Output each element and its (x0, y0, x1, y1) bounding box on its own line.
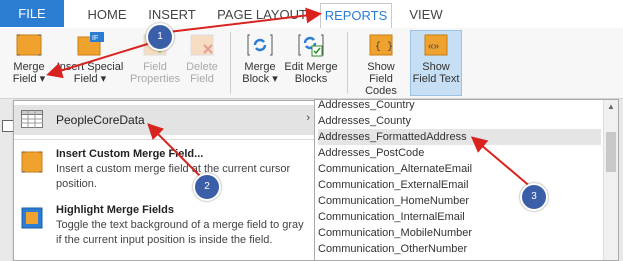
merge-field-icon (21, 151, 43, 173)
show-field-codes-label-2: Codes (365, 85, 397, 97)
show-field-text-label-1: Show (422, 61, 450, 73)
table-icon (21, 110, 43, 128)
edit-merge-blocks-label-1: Edit Merge (284, 61, 338, 73)
show-field-codes-button[interactable]: { } Show Field Codes (354, 32, 408, 97)
merge-block-icon (246, 32, 274, 58)
delete-field-button[interactable]: Delete Field (182, 32, 222, 85)
field-text-icon: «» (422, 32, 450, 58)
tab-insert[interactable]: INSERT (140, 3, 204, 27)
menu-item-label: PeopleCoreData (56, 113, 145, 127)
merge-field-icon (15, 32, 43, 58)
list-item[interactable]: Addresses_Country (318, 100, 601, 113)
ribbon-tab-bar: FILE HOME INSERT PAGE LAYOUT REPORTS VIE… (0, 0, 623, 30)
menu-item-title: Insert Custom Merge Field... (56, 148, 204, 160)
tab-reports[interactable]: REPORTS (320, 3, 392, 30)
list-item[interactable]: Communication_ExternalEmail (318, 177, 601, 193)
list-item-selected[interactable]: Addresses_FormattedAddress (318, 129, 601, 145)
list-item[interactable]: Communication_AlternateEmail (318, 161, 601, 177)
annotation-badge-2: 2 (193, 173, 221, 201)
field-codes-icon: { } (367, 32, 395, 58)
ribbon-separator (347, 32, 348, 94)
svg-text:IF: IF (92, 35, 98, 42)
menu-divider (14, 139, 316, 140)
list-item[interactable]: Communication_MobileNumber (318, 225, 601, 241)
svg-text:{ }: { } (375, 41, 393, 53)
edit-merge-blocks-button[interactable]: Edit Merge Blocks (282, 32, 340, 85)
insert-special-field-label-1: Insert Special (56, 61, 124, 73)
list-item[interactable]: Communication_OtherNumber (318, 241, 601, 257)
highlight-icon (21, 207, 43, 229)
tab-page-layout[interactable]: PAGE LAYOUT (212, 3, 312, 27)
menu-item-title: Highlight Merge Fields (56, 204, 174, 216)
field-properties-label-1: Field (143, 61, 167, 73)
scrollbar[interactable]: ▲ (603, 100, 618, 260)
menu-item-peoplecoredata[interactable]: PeopleCoreData › (14, 105, 316, 135)
delete-field-label-2: Field (190, 73, 214, 85)
delete-field-label-1: Delete (186, 61, 218, 73)
scroll-up-icon[interactable]: ▲ (607, 102, 615, 111)
menu-item-description: Toggle the text background of a merge fi… (56, 219, 304, 246)
ribbon-separator (230, 32, 231, 94)
list-item[interactable]: Addresses_County (318, 113, 601, 129)
merge-block-label-1: Merge (244, 61, 276, 73)
show-field-text-label-2: Field Text (412, 73, 460, 85)
tab-view[interactable]: VIEW (398, 3, 454, 27)
tab-file[interactable]: FILE (0, 0, 64, 27)
scrollbar-thumb[interactable] (606, 132, 616, 172)
menu-item-description: Insert a custom merge field at the curre… (56, 163, 291, 190)
annotation-badge-1: 1 (146, 23, 174, 51)
list-item[interactable]: Addresses_PostCode (318, 145, 601, 161)
show-field-codes-label-1: Show Field (367, 61, 395, 85)
list-item[interactable]: Communication_InternalEmail (318, 209, 601, 225)
merge-field-menu: PeopleCoreData › Insert Custom Merge Fie… (13, 100, 317, 261)
svg-text:«»: «» (428, 41, 440, 52)
merge-field-button[interactable]: Merge Field ▾ (6, 32, 52, 85)
merge-block-button[interactable]: Merge Block ▾ (238, 32, 282, 85)
delete-field-icon (188, 32, 216, 58)
field-properties-label-2: Properties (130, 73, 181, 85)
show-field-text-button[interactable]: «» Show Field Text (410, 32, 462, 85)
merge-field-label-2: Field ▾ (12, 73, 46, 85)
merge-field-submenu: Addresses_Country Addresses_County Addre… (314, 99, 619, 261)
insert-special-field-button[interactable]: IF Insert Special Field ▾ (54, 32, 126, 85)
edit-merge-blocks-label-2: Blocks (294, 73, 328, 85)
submenu-arrow-icon: › (306, 112, 310, 124)
merge-field-label-1: Merge (13, 61, 45, 73)
annotation-badge-3: 3 (520, 183, 548, 211)
tab-home[interactable]: HOME (78, 3, 136, 27)
list-item[interactable]: Communication_HomeNumber (318, 193, 601, 209)
insert-special-field-icon: IF (76, 32, 104, 58)
insert-special-field-label-2: Field ▾ (73, 73, 107, 85)
merge-block-label-2: Block ▾ (242, 73, 278, 85)
edit-merge-blocks-icon (297, 32, 325, 58)
ribbon-reports-panel: Merge Field ▾ IF Insert Special Field ▾ … (0, 28, 623, 99)
